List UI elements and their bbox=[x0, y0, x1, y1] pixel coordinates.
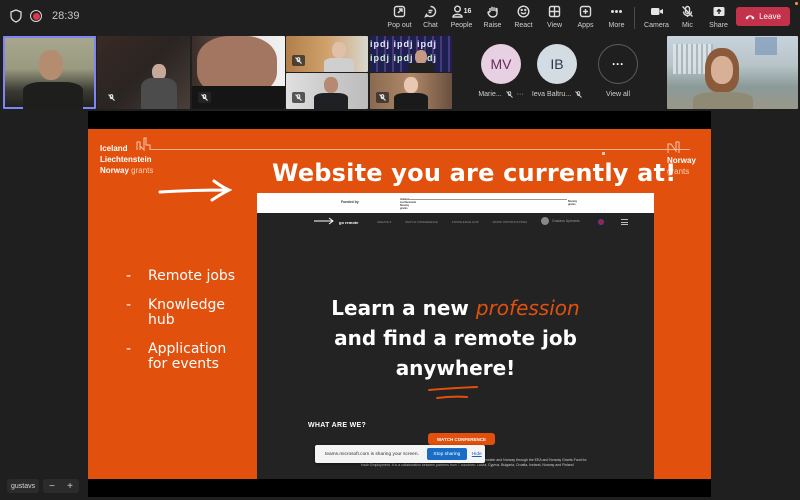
react-button[interactable]: React bbox=[508, 3, 539, 29]
hero-underline-decoration bbox=[428, 386, 478, 399]
people-icon bbox=[451, 5, 463, 18]
people-button[interactable]: 16 People bbox=[446, 3, 477, 29]
nav-link-watch-conference[interactable]: WATCH CONFERENCE bbox=[405, 220, 438, 224]
mic-off-icon bbox=[295, 94, 302, 101]
zoom-controls: − + bbox=[43, 479, 79, 493]
apps-button[interactable]: Apps bbox=[570, 3, 601, 29]
grid-icon bbox=[548, 5, 561, 18]
meeting-toolbar: 28:39 Pop out Chat 16 People Raise React bbox=[0, 0, 800, 34]
mic-off-icon bbox=[575, 91, 582, 98]
smiley-icon bbox=[517, 5, 530, 18]
share-button[interactable]: Share bbox=[703, 3, 734, 29]
video-tile-speaker[interactable] bbox=[3, 36, 96, 109]
leave-button[interactable]: Leave bbox=[736, 7, 790, 26]
ellipsis-icon: ··· bbox=[598, 44, 638, 84]
recording-icon bbox=[30, 10, 42, 22]
norway-grants-logo-icon bbox=[667, 141, 680, 153]
screen-sharing-notification: teams.microsoft.com is sharing your scre… bbox=[315, 445, 485, 463]
shield-icon bbox=[10, 9, 22, 23]
share-icon bbox=[713, 7, 724, 16]
funded-by-band: Funded by Iceland Liechtenstein Norway g… bbox=[257, 193, 654, 213]
bullet-item: - Remote jobs bbox=[126, 268, 236, 284]
brand-arrow-icon bbox=[314, 217, 334, 225]
mic-off-icon bbox=[379, 94, 386, 101]
view-button[interactable]: View bbox=[539, 3, 570, 29]
website-nav: go remote CREATE ▾ WATCH CONFERENCE KNOW… bbox=[257, 213, 654, 231]
raise-hand-button[interactable]: Raise bbox=[477, 3, 508, 29]
video-tile-participant[interactable] bbox=[370, 73, 452, 109]
video-tile-participant[interactable] bbox=[667, 36, 798, 109]
presentation-slide: Iceland Liechtenstein Norway grants Norw… bbox=[88, 129, 711, 479]
arrow-right-icon bbox=[158, 179, 232, 202]
mic-off-icon bbox=[108, 94, 115, 101]
avatar bbox=[541, 217, 549, 225]
nav-link-knowledge-hub[interactable]: KNOWLEDGE HUB bbox=[452, 220, 479, 224]
mic-button[interactable]: Mic bbox=[672, 3, 703, 29]
meeting-timer: 28:39 bbox=[52, 10, 80, 22]
presenter-name-tag: gustavs bbox=[7, 479, 40, 493]
hamburger-menu-icon[interactable] bbox=[621, 219, 628, 225]
camera-icon bbox=[650, 8, 663, 15]
hang-up-icon bbox=[745, 14, 755, 19]
screen-share-stage: Iceland Liechtenstein Norway grants Norw… bbox=[88, 111, 711, 497]
notification-dot bbox=[795, 2, 798, 5]
brand-logo[interactable]: go remote bbox=[339, 220, 358, 225]
muted-indicator bbox=[105, 92, 118, 103]
participant-avatar-ib[interactable]: IB Ieva Baltru... bbox=[522, 44, 592, 98]
muted-indicator bbox=[292, 55, 305, 66]
stop-sharing-button[interactable]: Stop sharing bbox=[426, 448, 467, 460]
watch-conference-button[interactable]: WATCH CONFERENCE bbox=[428, 433, 495, 445]
chat-button[interactable]: Chat bbox=[415, 3, 446, 29]
muted-indicator bbox=[376, 92, 389, 103]
hand-icon bbox=[486, 6, 498, 18]
logo-divider-line bbox=[150, 149, 690, 150]
toolbar-divider bbox=[634, 7, 635, 29]
people-count: 16 bbox=[463, 8, 472, 15]
plus-square-icon bbox=[579, 5, 592, 18]
zoom-out-button[interactable]: − bbox=[49, 481, 55, 492]
avatar: MV bbox=[481, 44, 521, 84]
website-screenshot: Funded by Iceland Liechtenstein Norway g… bbox=[257, 193, 654, 479]
language-flag-icon[interactable] bbox=[598, 219, 604, 225]
video-tile-participant[interactable] bbox=[286, 36, 368, 72]
feature-list: - Remote jobs - Knowledge hub - Application… bbox=[126, 269, 238, 386]
mic-off-icon bbox=[201, 94, 208, 101]
view-all-button[interactable]: ··· View all bbox=[583, 44, 653, 98]
mic-off-icon bbox=[682, 5, 693, 17]
nav-link-create[interactable]: CREATE ▾ bbox=[377, 220, 391, 224]
bullet-item: - Application for events bbox=[126, 341, 227, 372]
mic-off-icon bbox=[505, 91, 513, 98]
bullet-item: - Knowledge hub bbox=[126, 297, 225, 328]
popout-button[interactable]: Pop out bbox=[384, 3, 415, 29]
muted-indicator bbox=[292, 92, 305, 103]
zoom-in-button[interactable]: + bbox=[67, 481, 73, 492]
participant-strip: ipdj ipdj ipdj ipdj ipdj ipdj MV Marie..… bbox=[0, 35, 800, 110]
video-tile-participant[interactable] bbox=[286, 73, 368, 109]
hide-notification-link[interactable]: Hide bbox=[472, 452, 482, 457]
teams-meeting-window: 28:39 Pop out Chat 16 People Raise React bbox=[0, 0, 800, 500]
more-button[interactable]: More bbox=[601, 3, 632, 29]
slide-title: Website you are currently at! bbox=[272, 159, 677, 187]
popout-icon bbox=[393, 5, 406, 18]
meeting-status: 28:39 bbox=[10, 9, 80, 23]
mouse-cursor bbox=[602, 152, 605, 155]
user-menu[interactable]: Gustavs Upmanis bbox=[541, 217, 580, 225]
nav-link-work-opportunities[interactable]: WORK OPPORTUNITIES bbox=[492, 220, 527, 224]
mic-off-icon bbox=[295, 57, 302, 64]
video-tile-participant[interactable] bbox=[97, 36, 190, 109]
section-heading: WHAT ARE WE? bbox=[308, 422, 367, 429]
video-tile-participant[interactable]: ipdj ipdj ipdj ipdj ipdj ipdj bbox=[370, 36, 452, 72]
ellipsis-icon bbox=[611, 9, 622, 13]
hero-heading: Learn a new profession and find a remote… bbox=[331, 296, 580, 380]
toolbar-buttons: Pop out Chat 16 People Raise React View bbox=[380, 3, 734, 29]
camera-button[interactable]: Camera bbox=[641, 3, 672, 29]
video-tile-participant[interactable] bbox=[192, 36, 285, 109]
avatar: IB bbox=[537, 44, 577, 84]
muted-indicator bbox=[198, 92, 211, 103]
chat-icon bbox=[424, 5, 437, 18]
